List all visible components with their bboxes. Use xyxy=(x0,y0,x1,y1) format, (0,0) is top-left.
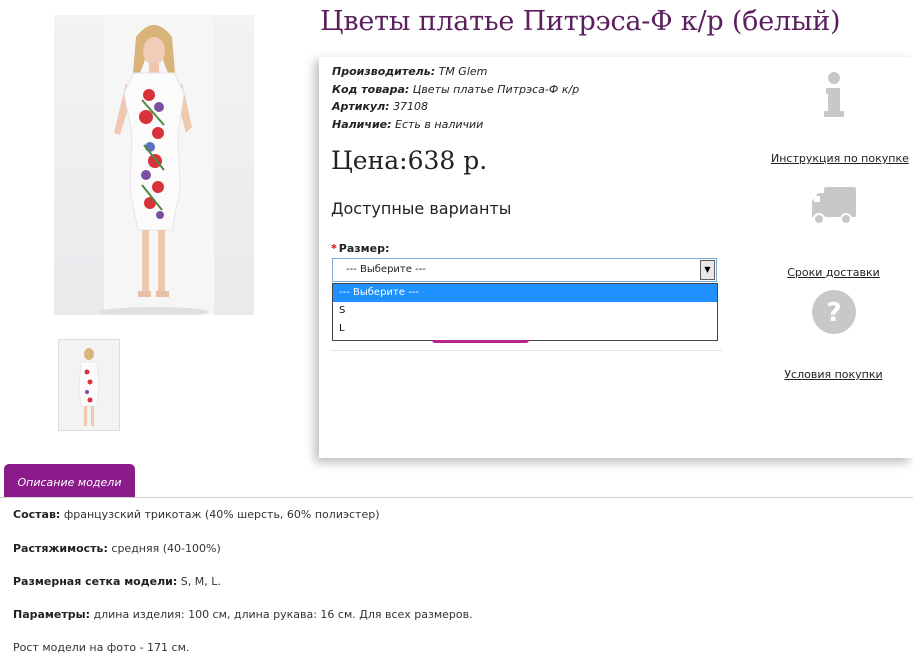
meta-label: Производитель: xyxy=(332,65,436,78)
size-label: * Размер: xyxy=(331,242,389,255)
sidebar-link-instructions[interactable]: Инструкция по покупке xyxy=(771,152,909,165)
size-select[interactable]: --- Выберите --- ▼ xyxy=(332,258,717,282)
desc-label: Размерная сетка модели: xyxy=(13,575,178,588)
meta-manufacturer-link[interactable]: TM Glem xyxy=(439,65,488,78)
product-title: Цветы платье Питрэса-Ф к/р (белый) xyxy=(320,6,841,37)
chevron-down-icon[interactable]: ▼ xyxy=(700,260,715,280)
meta-value: 37108 xyxy=(393,100,429,113)
sidebar-link-terms[interactable]: Условия покупки xyxy=(784,368,882,381)
meta-value: Цветы платье Питрэса-Ф к/р xyxy=(412,82,580,96)
product-main-image[interactable] xyxy=(54,15,254,315)
size-option[interactable]: S xyxy=(333,302,717,320)
size-option[interactable]: L xyxy=(333,320,717,338)
question-icon: ? xyxy=(811,290,856,334)
desc-text: средняя (40-100%) xyxy=(111,542,221,555)
size-dropdown-list: --- Выберите --- S L xyxy=(332,283,718,341)
sidebar-item-terms[interactable]: ? Условия покупки xyxy=(771,289,896,382)
meta-value: Есть в наличии xyxy=(395,117,484,131)
size-label-text: Размер: xyxy=(338,242,390,255)
meta-availability: Наличие: Есть в наличии xyxy=(332,116,579,134)
sidebar-item-instructions[interactable]: Инструкция по покупке xyxy=(771,71,909,166)
desc-model-height: Рост модели на фото - 171 см. xyxy=(13,641,189,654)
meta-label: Наличие: xyxy=(332,117,392,131)
desc-composition: Состав: французский трикотаж (40% шерсть… xyxy=(13,508,380,521)
variants-heading: Доступные варианты xyxy=(331,199,512,218)
size-option[interactable]: --- Выберите --- xyxy=(333,284,717,302)
desc-size-grid: Размерная сетка модели: S, M, L. xyxy=(13,575,221,588)
desc-stretch: Растяжимость: средняя (40-100%) xyxy=(13,542,221,555)
sidebar-item-delivery[interactable]: Сроки доставки xyxy=(771,185,896,280)
product-thumbnail[interactable] xyxy=(58,339,120,431)
tab-description[interactable]: Описание модели xyxy=(4,464,135,497)
sidebar-link-delivery[interactable]: Сроки доставки xyxy=(787,266,880,279)
info-icon xyxy=(823,72,844,117)
tab-description-label: Описание модели xyxy=(17,476,122,489)
truck-icon xyxy=(811,187,856,225)
meta-manufacturer: Производитель: TM Glem xyxy=(332,63,579,81)
desc-label: Параметры: xyxy=(13,608,90,621)
divider xyxy=(331,350,722,351)
desc-text: французский трикотаж (40% шерсть, 60% по… xyxy=(63,508,380,521)
meta-product-code: Код товара: Цветы платье Питрэса-Ф к/р xyxy=(332,81,579,99)
product-price: Цена:638 р. xyxy=(331,146,488,175)
required-mark: * xyxy=(331,242,337,255)
size-select-value: --- Выберите --- xyxy=(346,264,426,275)
add-to-cart-button-edge[interactable] xyxy=(432,340,529,343)
meta-article: Артикул: 37108 xyxy=(332,98,579,116)
desc-text: S, M, L. xyxy=(180,575,221,588)
desc-text: длина изделия: 100 см, длина рукава: 16 … xyxy=(93,608,473,621)
meta-label: Код товара: xyxy=(332,82,410,96)
tab-underline xyxy=(0,497,913,498)
product-info-panel: Производитель: TM Glem Код товара: Цветы… xyxy=(319,57,913,458)
desc-parameters: Параметры: длина изделия: 100 см, длина … xyxy=(13,608,473,621)
product-meta: Производитель: TM Glem Код товара: Цветы… xyxy=(332,63,579,133)
desc-label: Растяжимость: xyxy=(13,542,108,555)
svg-text:?: ? xyxy=(826,298,841,328)
desc-label: Состав: xyxy=(13,508,61,521)
meta-label: Артикул: xyxy=(332,100,390,113)
desc-text: Рост модели на фото - 171 см. xyxy=(13,641,190,654)
